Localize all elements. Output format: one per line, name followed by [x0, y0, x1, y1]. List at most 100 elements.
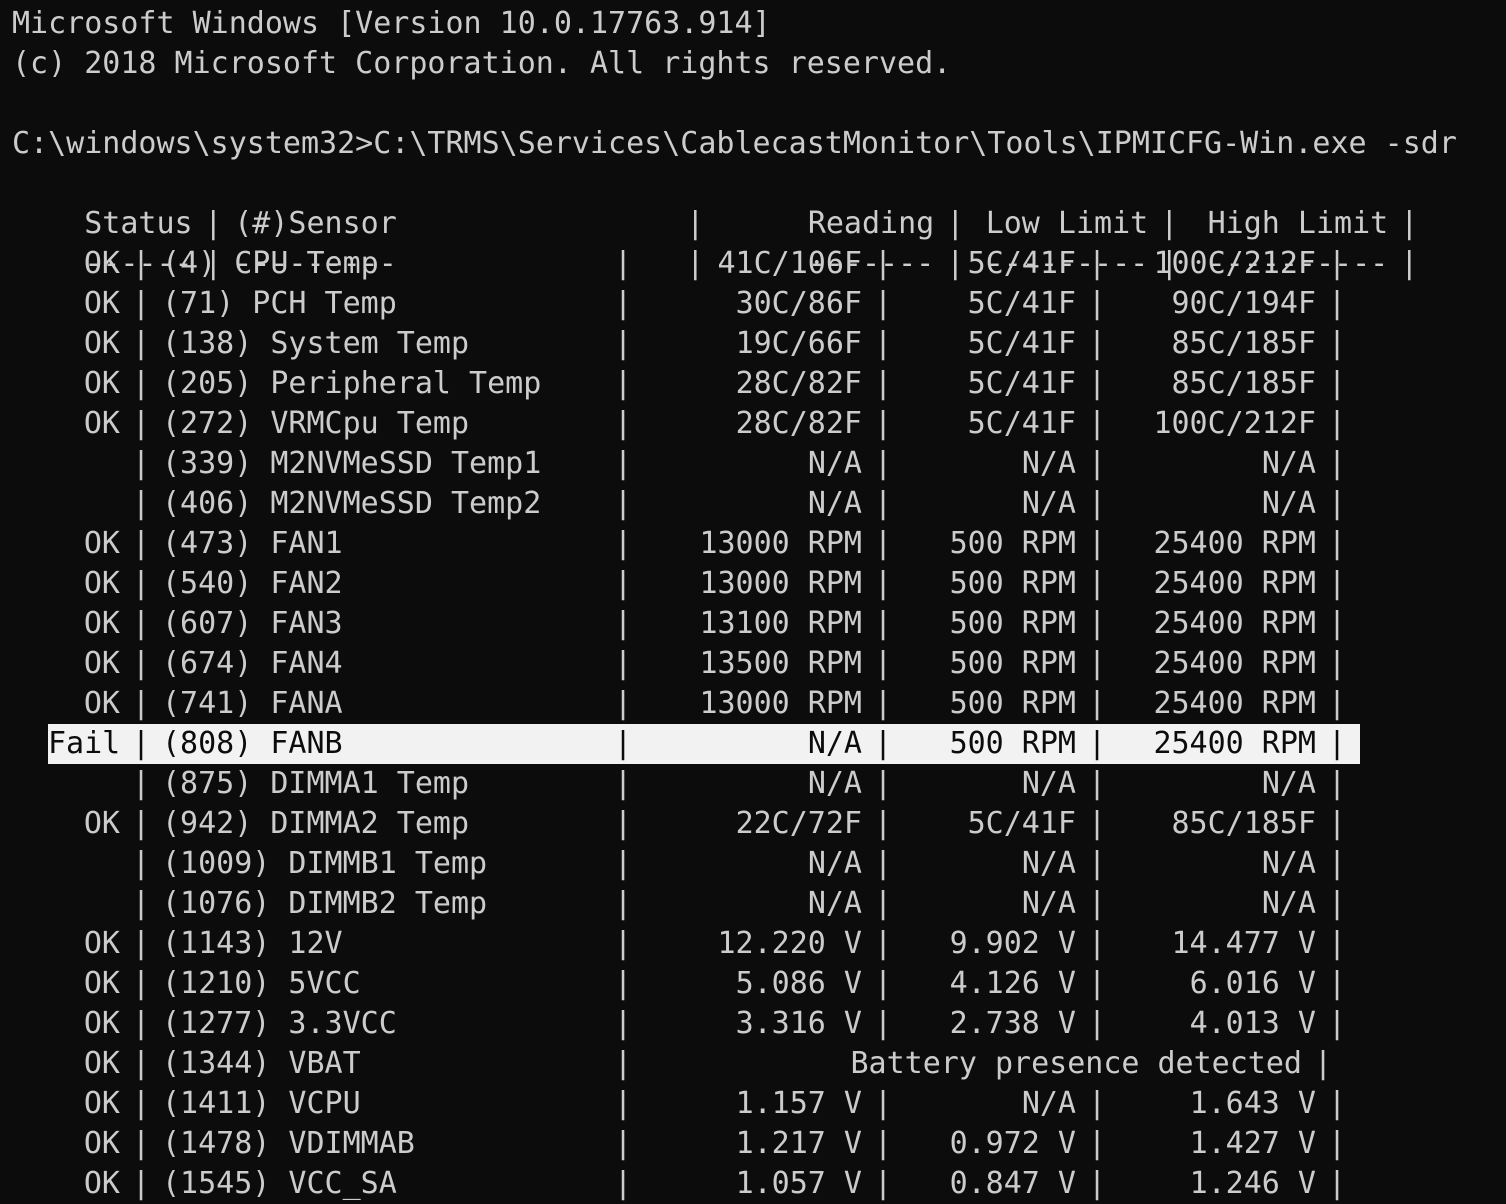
- column-separator: |: [1327, 1126, 1347, 1161]
- high-limit-cell: 85C/185F: [1171, 806, 1317, 841]
- status-cell: OK: [83, 686, 120, 721]
- table-row[interactable]: | (339) M2NVMeSSD Temp1 | N/A | N/A | N/A |: [12, 444, 1492, 484]
- table-row[interactable]: OK | (138) System Temp | 19C/66F | 5C/41F | 85C/…: [12, 324, 1492, 364]
- status-cell: OK: [83, 806, 120, 841]
- high-limit-cell: 14.477 V: [1171, 926, 1317, 961]
- low-limit-cell: 9.902 V: [949, 926, 1076, 961]
- column-separator: |: [613, 1086, 633, 1121]
- table-row[interactable]: | (1076) DIMMB2 Temp | N/A | N/A | N/A |: [12, 884, 1492, 924]
- column-separator: |: [1087, 246, 1107, 281]
- reading-cell: 28C/82F: [735, 406, 862, 441]
- console-window[interactable]: Microsoft Windows [Version 10.0.17763.91…: [12, 4, 1492, 1204]
- table-row[interactable]: OK | (272) VRMCpu Temp | 28C/82F | 5C/41F | 100C…: [12, 404, 1492, 444]
- table-row[interactable]: | (1009) DIMMB1 Temp | N/A | N/A | N/A |: [12, 844, 1492, 884]
- table-row[interactable]: OK | (540) FAN2 | 13000 RPM | 500 RPM | 25400 RP…: [12, 564, 1492, 604]
- column-separator: |: [873, 486, 893, 521]
- table-row[interactable]: OK | (607) FAN3 | 13100 RPM | 500 RPM | 25400 RP…: [12, 604, 1492, 644]
- version-line: Microsoft Windows [Version 10.0.17763.91…: [12, 6, 771, 41]
- column-separator: |: [613, 886, 633, 921]
- table-row[interactable]: | (875) DIMMA1 Temp | N/A | N/A | N/A |: [12, 764, 1492, 804]
- table-row[interactable]: OK | (1344) VBAT | Battery presence detected…: [12, 1044, 1492, 1084]
- column-separator: |: [873, 606, 893, 641]
- status-cell: OK: [83, 646, 120, 681]
- table-row[interactable]: OK | (741) FANA | 13000 RPM | 500 RPM | 25400 RP…: [12, 684, 1492, 724]
- low-limit-cell: N/A: [1021, 886, 1076, 921]
- column-separator: |: [1087, 286, 1107, 321]
- column-separator: |: [1087, 806, 1107, 841]
- column-separator: |: [131, 926, 151, 961]
- sensor-cell: (205) Peripheral Temp: [162, 366, 542, 401]
- status-cell: OK: [83, 406, 120, 441]
- sensor-cell: (1009) DIMMB1 Temp: [162, 846, 488, 881]
- column-separator: |: [613, 686, 633, 721]
- reading-cell: 3.316 V: [735, 1006, 862, 1041]
- reading-cell: 13000 RPM: [699, 686, 862, 721]
- table-row[interactable]: OK | (1143) 12V | 12.220 V | 9.902 V | 14.477 V |: [12, 924, 1492, 964]
- sensor-cell: (540) FAN2: [162, 566, 343, 601]
- column-separator: |: [613, 726, 633, 761]
- high-limit-cell: 25400 RPM: [1153, 606, 1316, 641]
- table-row[interactable]: OK | (674) FAN4 | 13500 RPM | 500 RPM | 25400 RP…: [12, 644, 1492, 684]
- sensor-cell: (674) FAN4: [162, 646, 343, 681]
- column-separator: |: [1327, 486, 1347, 521]
- note-cell: Battery presence detected: [850, 1046, 1302, 1081]
- column-separator: |: [613, 1126, 633, 1161]
- column-separator: |: [613, 806, 633, 841]
- high-limit-cell: 100C/212F: [1153, 246, 1316, 281]
- column-separator: |: [1327, 726, 1347, 761]
- sensor-cell: (1210) 5VCC: [162, 966, 361, 1001]
- table-row-selected[interactable]: Fail | (808) FANB | N/A | 500 RPM | 25400 RPM |: [48, 724, 1360, 764]
- column-separator: |: [1087, 446, 1107, 481]
- high-limit-cell: 25400 RPM: [1153, 726, 1316, 761]
- sensor-cell: (1143) 12V: [162, 926, 343, 961]
- column-separator: |: [1327, 1166, 1347, 1201]
- sensor-cell: (607) FAN3: [162, 606, 343, 641]
- low-limit-cell: N/A: [1021, 846, 1076, 881]
- reading-cell: 30C/86F: [735, 286, 862, 321]
- sensor-cell: (875) DIMMA1 Temp: [162, 766, 470, 801]
- table-row[interactable]: OK | (1545) VCC_SA | 1.057 V | 0.847 V | 1.246 V…: [12, 1164, 1492, 1204]
- reading-cell: 28C/82F: [735, 366, 862, 401]
- column-separator: |: [131, 1126, 151, 1161]
- status-cell: OK: [83, 286, 120, 321]
- high-limit-cell: N/A: [1261, 446, 1316, 481]
- table-row[interactable]: OK | (473) FAN1 | 13000 RPM | 500 RPM | 25400 RP…: [12, 524, 1492, 564]
- table-row[interactable]: OK | (1277) 3.3VCC | 3.316 V | 2.738 V | 4.013 V…: [12, 1004, 1492, 1044]
- table-row[interactable]: OK | (1210) 5VCC | 5.086 V | 4.126 V | 6.016 V |: [12, 964, 1492, 1004]
- status-cell: OK: [83, 246, 120, 281]
- low-limit-cell: 5C/41F: [967, 366, 1076, 401]
- table-row[interactable]: OK | (205) Peripheral Temp | 28C/82F | 5C/41F |…: [12, 364, 1492, 404]
- high-limit-cell: 90C/194F: [1171, 286, 1317, 321]
- table-row[interactable]: OK | (942) DIMMA2 Temp | 22C/72F | 5C/41F | 85C/…: [12, 804, 1492, 844]
- column-separator: |: [1087, 406, 1107, 441]
- column-separator: |: [873, 526, 893, 561]
- high-limit-cell: N/A: [1261, 766, 1316, 801]
- status-cell: OK: [83, 526, 120, 561]
- column-separator: |: [873, 726, 893, 761]
- low-limit-cell: 500 RPM: [949, 726, 1076, 761]
- column-separator: |: [1327, 326, 1347, 361]
- high-limit-cell: 25400 RPM: [1153, 566, 1316, 601]
- low-limit-cell: 500 RPM: [949, 646, 1076, 681]
- reading-cell: N/A: [807, 486, 862, 521]
- sensor-cell: (741) FANA: [162, 686, 343, 721]
- column-separator: |: [131, 686, 151, 721]
- status-cell: OK: [83, 966, 120, 1001]
- status-cell: OK: [83, 1166, 120, 1201]
- table-row[interactable]: OK | (71) PCH Temp | 30C/86F | 5C/41F | 90C/194F…: [12, 284, 1492, 324]
- table-row[interactable]: OK | (1411) VCPU | 1.157 V | N/A | 1.643 V |: [12, 1084, 1492, 1124]
- reading-cell: N/A: [807, 446, 862, 481]
- table-row[interactable]: OK | (4) CPU Temp | 41C/106F | 5C/41F | 100C/212…: [12, 244, 1492, 284]
- column-separator: |: [131, 1006, 151, 1041]
- table-row[interactable]: OK | (1478) VDIMMAB | 1.217 V | 0.972 V | 1.427 …: [12, 1124, 1492, 1164]
- high-limit-cell: 85C/185F: [1171, 366, 1317, 401]
- copyright-line: (c) 2018 Microsoft Corporation. All righ…: [12, 46, 952, 81]
- reading-cell: 5.086 V: [735, 966, 862, 1001]
- reading-cell: N/A: [807, 846, 862, 881]
- table-row[interactable]: | (406) M2NVMeSSD Temp2 | N/A | N/A | N/A |: [12, 484, 1492, 524]
- column-separator: |: [873, 446, 893, 481]
- low-limit-cell: N/A: [1021, 766, 1076, 801]
- status-cell: OK: [83, 1126, 120, 1161]
- column-separator: |: [1327, 926, 1347, 961]
- column-separator: |: [131, 246, 151, 281]
